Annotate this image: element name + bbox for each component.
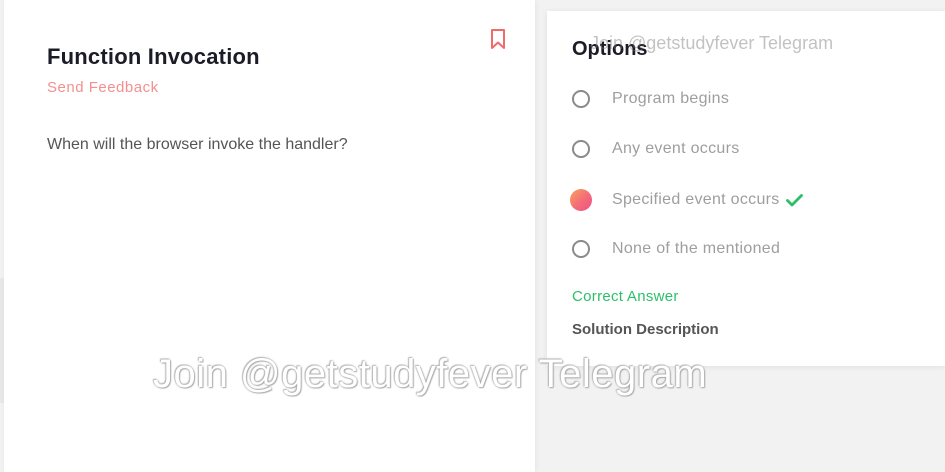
- question-title: Function Invocation: [47, 44, 260, 69]
- option-label: None of the mentioned: [612, 240, 781, 257]
- option-any-event-occurs[interactable]: Any event occurs: [572, 137, 740, 161]
- question-card: Function Invocation Send Feedback When w…: [4, 0, 535, 472]
- options-heading: Options: [572, 38, 648, 60]
- correct-answer-label: Correct Answer: [572, 288, 679, 305]
- send-feedback-link[interactable]: Send Feedback: [47, 79, 159, 96]
- option-specified-event-occurs[interactable]: Specified event occurs: [570, 188, 803, 212]
- question-text: When will the browser invoke the handler…: [47, 136, 348, 153]
- bookmark-icon[interactable]: [488, 27, 508, 51]
- option-program-begins[interactable]: Program begins: [572, 87, 729, 111]
- options-panel: Options Program begins Any event occurs …: [547, 11, 945, 366]
- radio-button[interactable]: [572, 240, 590, 258]
- option-label: Specified event occurs: [612, 191, 780, 208]
- option-label: Program begins: [612, 90, 730, 107]
- option-label: Any event occurs: [612, 140, 740, 157]
- check-icon: [785, 193, 803, 206]
- option-none-of-the-mentioned[interactable]: None of the mentioned: [572, 237, 780, 261]
- radio-button-selected[interactable]: [570, 189, 592, 211]
- radio-button[interactable]: [572, 140, 590, 158]
- solution-description-label: Solution Description: [572, 321, 719, 338]
- radio-button[interactable]: [572, 90, 590, 108]
